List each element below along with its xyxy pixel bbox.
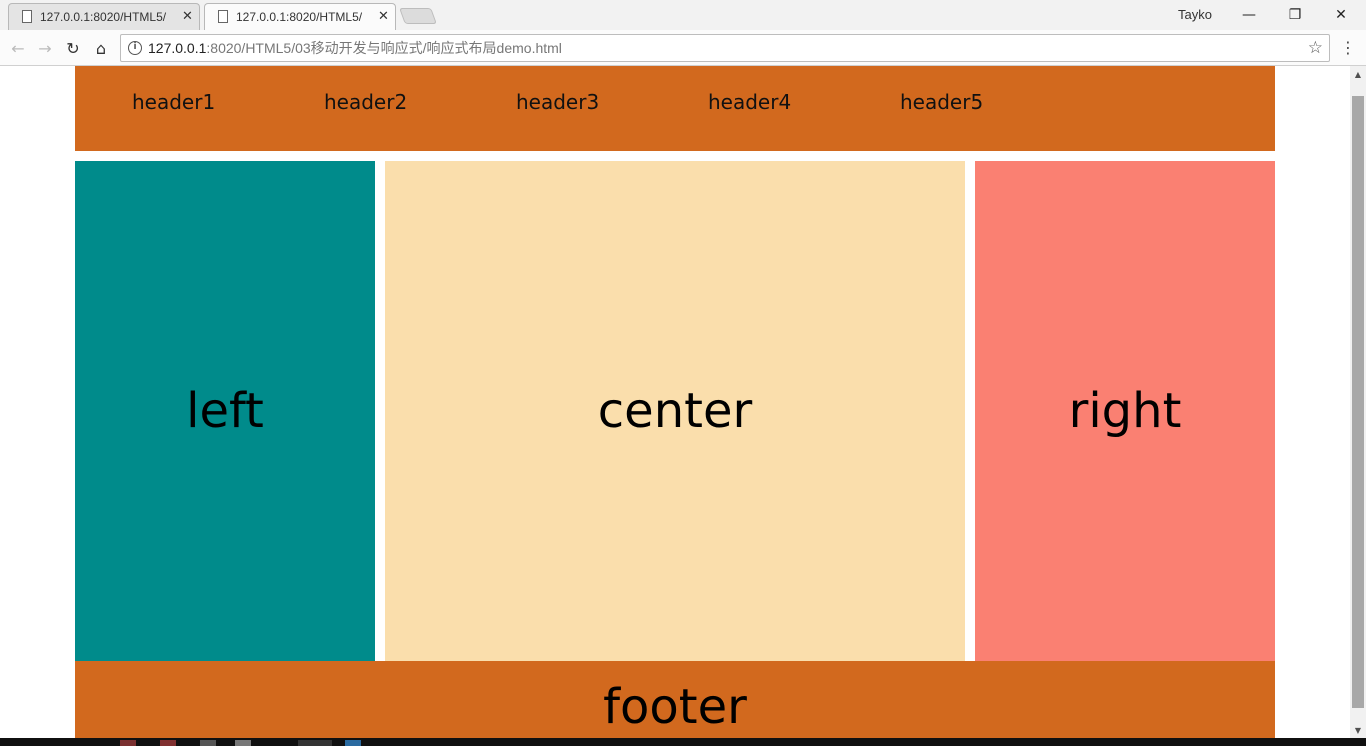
bookmark-star-icon[interactable]: ☆ — [1308, 38, 1323, 58]
taskbar-app-icon[interactable] — [235, 740, 251, 746]
header-item-1[interactable]: header1 — [132, 90, 215, 114]
document-icon — [218, 10, 228, 23]
browser-titlebar: 127.0.0.1:8020/HTML5/ ✕ 127.0.0.1:8020/H… — [0, 0, 1366, 30]
right-column: right — [975, 161, 1275, 661]
browser-tab-2[interactable]: 127.0.0.1:8020/HTML5/ ✕ — [204, 3, 396, 30]
header-item-5[interactable]: header5 — [900, 90, 983, 114]
vertical-scrollbar[interactable]: ▲ ▼ — [1350, 66, 1366, 738]
profile-name[interactable]: Tayko — [1178, 7, 1212, 22]
header-item-3[interactable]: header3 — [516, 90, 599, 114]
right-label: right — [1068, 383, 1182, 439]
left-column: left — [75, 161, 375, 661]
scroll-up-arrow-icon[interactable]: ▲ — [1350, 66, 1366, 82]
taskbar-app-icon[interactable] — [120, 740, 136, 746]
address-bar[interactable]: i 127.0.0.1:8020/HTML5/03移动开发与响应式/响应式布局d… — [120, 34, 1330, 62]
browser-toolbar: ← → ↻ ⌂ i 127.0.0.1:8020/HTML5/03移动开发与响应… — [0, 30, 1366, 66]
scroll-down-arrow-icon[interactable]: ▼ — [1350, 722, 1366, 738]
os-taskbar — [0, 738, 1366, 746]
left-label: left — [186, 383, 264, 439]
restore-button[interactable]: ❐ — [1272, 4, 1318, 26]
back-arrow-icon[interactable]: ← — [7, 37, 29, 59]
taskbar-app-icon[interactable] — [160, 740, 176, 746]
tab-close-icon[interactable]: ✕ — [182, 9, 193, 24]
url-host: 127.0.0.1 — [148, 40, 207, 56]
close-window-button[interactable]: ✕ — [1318, 4, 1364, 26]
taskbar-app-icon[interactable] — [345, 740, 361, 746]
tab-title: 127.0.0.1:8020/HTML5/ — [40, 9, 167, 24]
reload-icon[interactable]: ↻ — [62, 37, 84, 59]
header-item-4[interactable]: header4 — [708, 90, 791, 114]
center-column: center — [385, 161, 965, 661]
tab-title: 127.0.0.1:8020/HTML5/ — [236, 9, 363, 24]
minimize-button[interactable]: — — [1226, 4, 1272, 26]
info-icon[interactable]: i — [128, 41, 142, 55]
center-label: center — [597, 383, 753, 439]
forward-arrow-icon[interactable]: → — [34, 37, 56, 59]
browser-tab-1[interactable]: 127.0.0.1:8020/HTML5/ ✕ — [8, 3, 200, 30]
tab-close-icon[interactable]: ✕ — [378, 9, 389, 24]
menu-kebab-icon[interactable]: ⋮ — [1340, 38, 1356, 57]
page-viewport: header1 header2 header3 header4 header5 … — [0, 66, 1350, 738]
url-text[interactable]: 127.0.0.1:8020/HTML5/03移动开发与响应式/响应式布局dem… — [148, 38, 562, 58]
url-path: :8020/HTML5/03移动开发与响应式/响应式布局demo.html — [206, 40, 562, 56]
scroll-thumb[interactable] — [1352, 96, 1364, 708]
page-header: header1 header2 header3 header4 header5 — [75, 66, 1275, 151]
footer-label: footer — [603, 679, 747, 735]
page-footer: footer — [75, 661, 1275, 738]
taskbar-app-icon[interactable] — [200, 740, 216, 746]
taskbar-app-icon[interactable] — [298, 740, 332, 746]
home-icon[interactable]: ⌂ — [90, 37, 112, 59]
document-icon — [22, 10, 32, 23]
new-tab-button[interactable] — [399, 8, 437, 24]
header-item-2[interactable]: header2 — [324, 90, 407, 114]
